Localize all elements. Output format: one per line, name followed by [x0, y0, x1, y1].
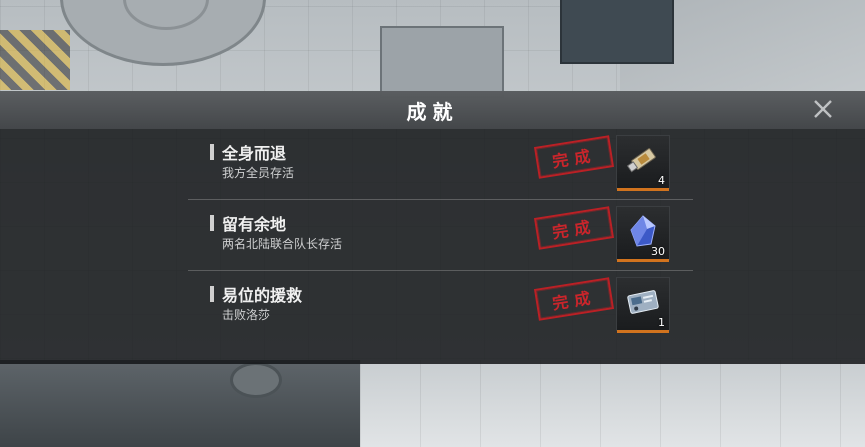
completed-stamp: 完成: [533, 206, 615, 250]
name-marker: [210, 144, 214, 160]
hazard-stripes: [0, 30, 70, 90]
achievement-row: 全身而退 我方全员存活 完成 4: [188, 129, 693, 200]
achievement-row: 留有余地 两名北陆联合队长存活 完成 30: [188, 200, 693, 271]
name-marker: [210, 215, 214, 231]
dialog-header: 成就: [0, 91, 865, 129]
reward-count: 30: [651, 245, 665, 258]
reward-count: 4: [658, 174, 665, 187]
container-building: [380, 26, 504, 98]
lower-structure: [0, 360, 360, 447]
achievement-list: 全身而退 我方全员存活 完成 4 留有余地 两名北陆联合队长存活 完成 30 易…: [188, 129, 693, 342]
achievement-name: 全身而退: [222, 144, 287, 163]
completed-stamp: 完成: [533, 277, 615, 321]
blue-crystal-icon: [630, 215, 656, 247]
name-marker: [210, 286, 214, 302]
usb-key-icon: [626, 148, 656, 173]
lower-floor: [360, 360, 865, 447]
dialog-title: 成就: [406, 99, 459, 124]
achievement-name: 易位的援救: [222, 286, 303, 305]
reward-item[interactable]: 1: [616, 277, 670, 333]
completed-stamp: 完成: [533, 135, 615, 179]
reward-item[interactable]: 30: [616, 206, 670, 262]
close-button[interactable]: [811, 97, 835, 121]
achievement-dialog: 成就 全身而退 我方全员存活 完成 4 留有余地 两名北陆联合队长存活 完成 3…: [0, 91, 865, 364]
achievement-description: 我方全员存活: [222, 166, 295, 180]
reward-item[interactable]: 4: [616, 135, 670, 191]
vent-fan: [230, 362, 282, 398]
achievement-description: 击败洛莎: [222, 308, 271, 322]
close-icon: [814, 100, 832, 118]
id-card-icon: [627, 290, 659, 314]
achievement-description: 两名北陆联合队长存活: [222, 237, 343, 251]
achievement-name: 留有余地: [222, 215, 287, 234]
achievement-name-row: 易位的援救: [210, 282, 302, 306]
dark-building: [560, 0, 674, 64]
reward-count: 1: [658, 316, 665, 329]
achievement-name-row: 全身而退: [210, 140, 286, 164]
achievement-row: 易位的援救 击败洛莎 完成 1: [188, 271, 693, 342]
achievement-name-row: 留有余地: [210, 211, 286, 235]
